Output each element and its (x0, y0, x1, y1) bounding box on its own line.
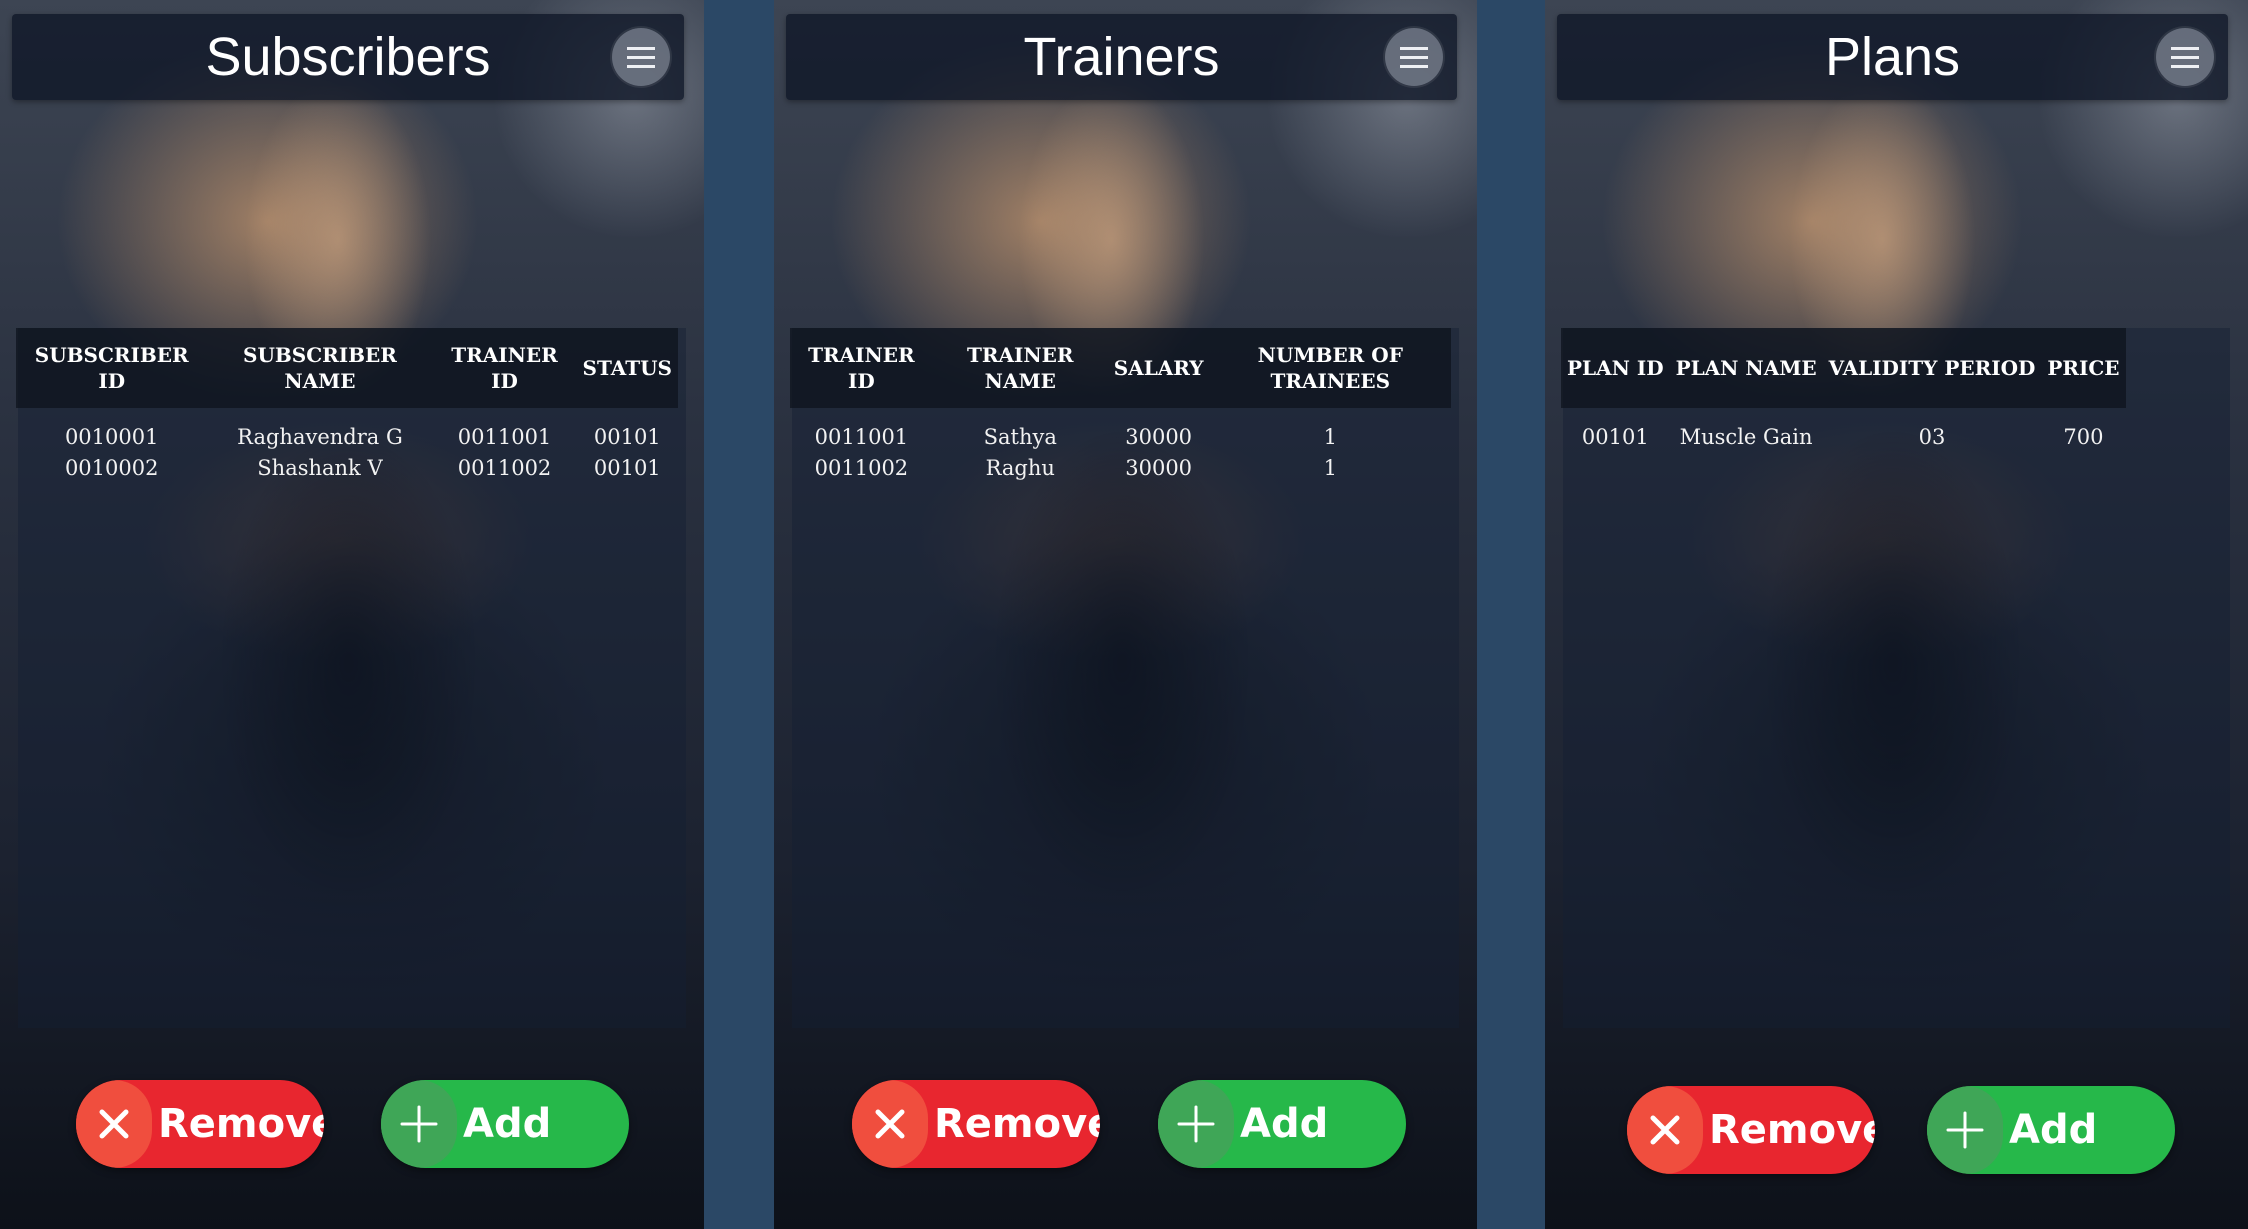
column-header: VALIDITY PERIOD (1828, 356, 2036, 380)
action-buttons: Remove Add (0, 1080, 704, 1170)
column-header: PLAN ID (1567, 356, 1664, 380)
column-header: PLAN NAME (1675, 356, 1817, 380)
remove-button[interactable]: Remove (852, 1080, 1100, 1168)
table-header-row: SUBSCRIBER ID SUBSCRIBER NAME TRAINER ID… (16, 328, 678, 408)
remove-button-label: Remove (934, 1101, 1100, 1147)
header-bar: Trainers (786, 14, 1457, 100)
table-cell: 0011001 (814, 425, 909, 449)
table-header-row: TRAINER ID TRAINER NAME SALARY NUMBER OF… (790, 328, 1451, 408)
trainers-table: TRAINER ID TRAINER NAME SALARY NUMBER OF… (790, 328, 1451, 484)
plus-icon (1927, 1086, 2003, 1174)
plans-screen: Plans PLAN ID PLAN NAME VALIDITY PERIOD … (1545, 0, 2248, 1229)
column-header: TRAINER ID (451, 343, 558, 393)
table-cell: 0010002 (64, 456, 159, 480)
table-row[interactable]: 0010001 Raghavendra G 0011001 00101 (16, 408, 678, 453)
column-header: TRAINER NAME (967, 343, 1074, 393)
table-cell: 0011002 (814, 456, 909, 480)
action-buttons: Remove Add (774, 1080, 1477, 1170)
remove-button[interactable]: Remove (76, 1080, 324, 1168)
table-row[interactable]: 0011001 Sathya 30000 1 (790, 408, 1451, 453)
remove-button-label: Remove (158, 1101, 324, 1147)
add-button[interactable]: Add (1158, 1080, 1406, 1168)
column-header: NUMBER OF TRAINEES (1257, 343, 1403, 393)
table-cell: 700 (2063, 425, 2104, 449)
table-row[interactable]: 0010002 Shashank V 0011002 00101 (16, 453, 678, 484)
close-x-icon (852, 1080, 928, 1168)
table-cell: 0010001 (64, 425, 159, 449)
page-title: Plans (1824, 27, 1961, 87)
column-header: SALARY (1113, 356, 1204, 380)
menu-button[interactable] (612, 28, 670, 86)
plus-icon (1158, 1080, 1234, 1168)
action-buttons: Remove Add (1545, 1080, 2248, 1174)
close-x-icon (1627, 1086, 1703, 1174)
trainers-screen: Trainers TRAINER ID TRAINER NAME SALARY … (774, 0, 1477, 1229)
table-cell: 0011002 (457, 456, 552, 480)
table-cell: 30000 (1125, 456, 1193, 480)
page-title: Subscribers (205, 27, 491, 87)
header-bar: Subscribers (12, 14, 684, 100)
table-cell: Muscle Gain (1679, 425, 1813, 449)
menu-button[interactable] (1385, 28, 1443, 86)
hamburger-menu-icon (627, 46, 655, 50)
table-cell: 0011001 (457, 425, 552, 449)
add-button-label: Add (1240, 1101, 1329, 1147)
column-header: PRICE (2047, 356, 2120, 380)
add-button[interactable]: Add (1927, 1086, 2175, 1174)
plans-table: PLAN ID PLAN NAME VALIDITY PERIOD PRICE … (1561, 328, 2126, 453)
table-cell: 00101 (593, 456, 661, 480)
add-button-label: Add (2009, 1107, 2098, 1153)
add-button-label: Add (463, 1101, 552, 1147)
table-cell: 03 (1918, 425, 1946, 449)
table-cell: 1 (1323, 456, 1337, 480)
table-cell: Raghu (985, 456, 1055, 480)
add-button[interactable]: Add (381, 1080, 629, 1168)
subscribers-table: SUBSCRIBER ID SUBSCRIBER NAME TRAINER ID… (16, 328, 678, 484)
table-header-row: PLAN ID PLAN NAME VALIDITY PERIOD PRICE (1561, 328, 2126, 408)
column-header: SUBSCRIBER ID (34, 343, 189, 393)
remove-button-label: Remove (1709, 1107, 1875, 1153)
close-x-icon (76, 1080, 152, 1168)
table-cell: Shashank V (257, 456, 383, 480)
hamburger-menu-icon (1400, 46, 1428, 50)
table-cell: 30000 (1125, 425, 1193, 449)
column-header: TRAINER ID (808, 343, 915, 393)
table-row[interactable]: 00101 Muscle Gain 03 700 (1561, 408, 2126, 453)
hamburger-menu-icon (2171, 46, 2199, 50)
table-cell: 00101 (1581, 425, 1649, 449)
column-header: SUBSCRIBER NAME (243, 343, 397, 393)
header-bar: Plans (1557, 14, 2228, 100)
column-header: STATUS (582, 356, 672, 380)
table-cell: Sathya (983, 425, 1057, 449)
page-title: Trainers (1023, 27, 1220, 87)
table-cell: Raghavendra G (237, 425, 403, 449)
table-row[interactable]: 0011002 Raghu 30000 1 (790, 453, 1451, 484)
remove-button[interactable]: Remove (1627, 1086, 1875, 1174)
table-cell: 1 (1323, 425, 1337, 449)
plus-icon (381, 1080, 457, 1168)
menu-button[interactable] (2156, 28, 2214, 86)
table-cell: 00101 (593, 425, 661, 449)
subscribers-screen: Subscribers SUBSCRIBER ID SUBSCRIBER NAM… (0, 0, 704, 1229)
